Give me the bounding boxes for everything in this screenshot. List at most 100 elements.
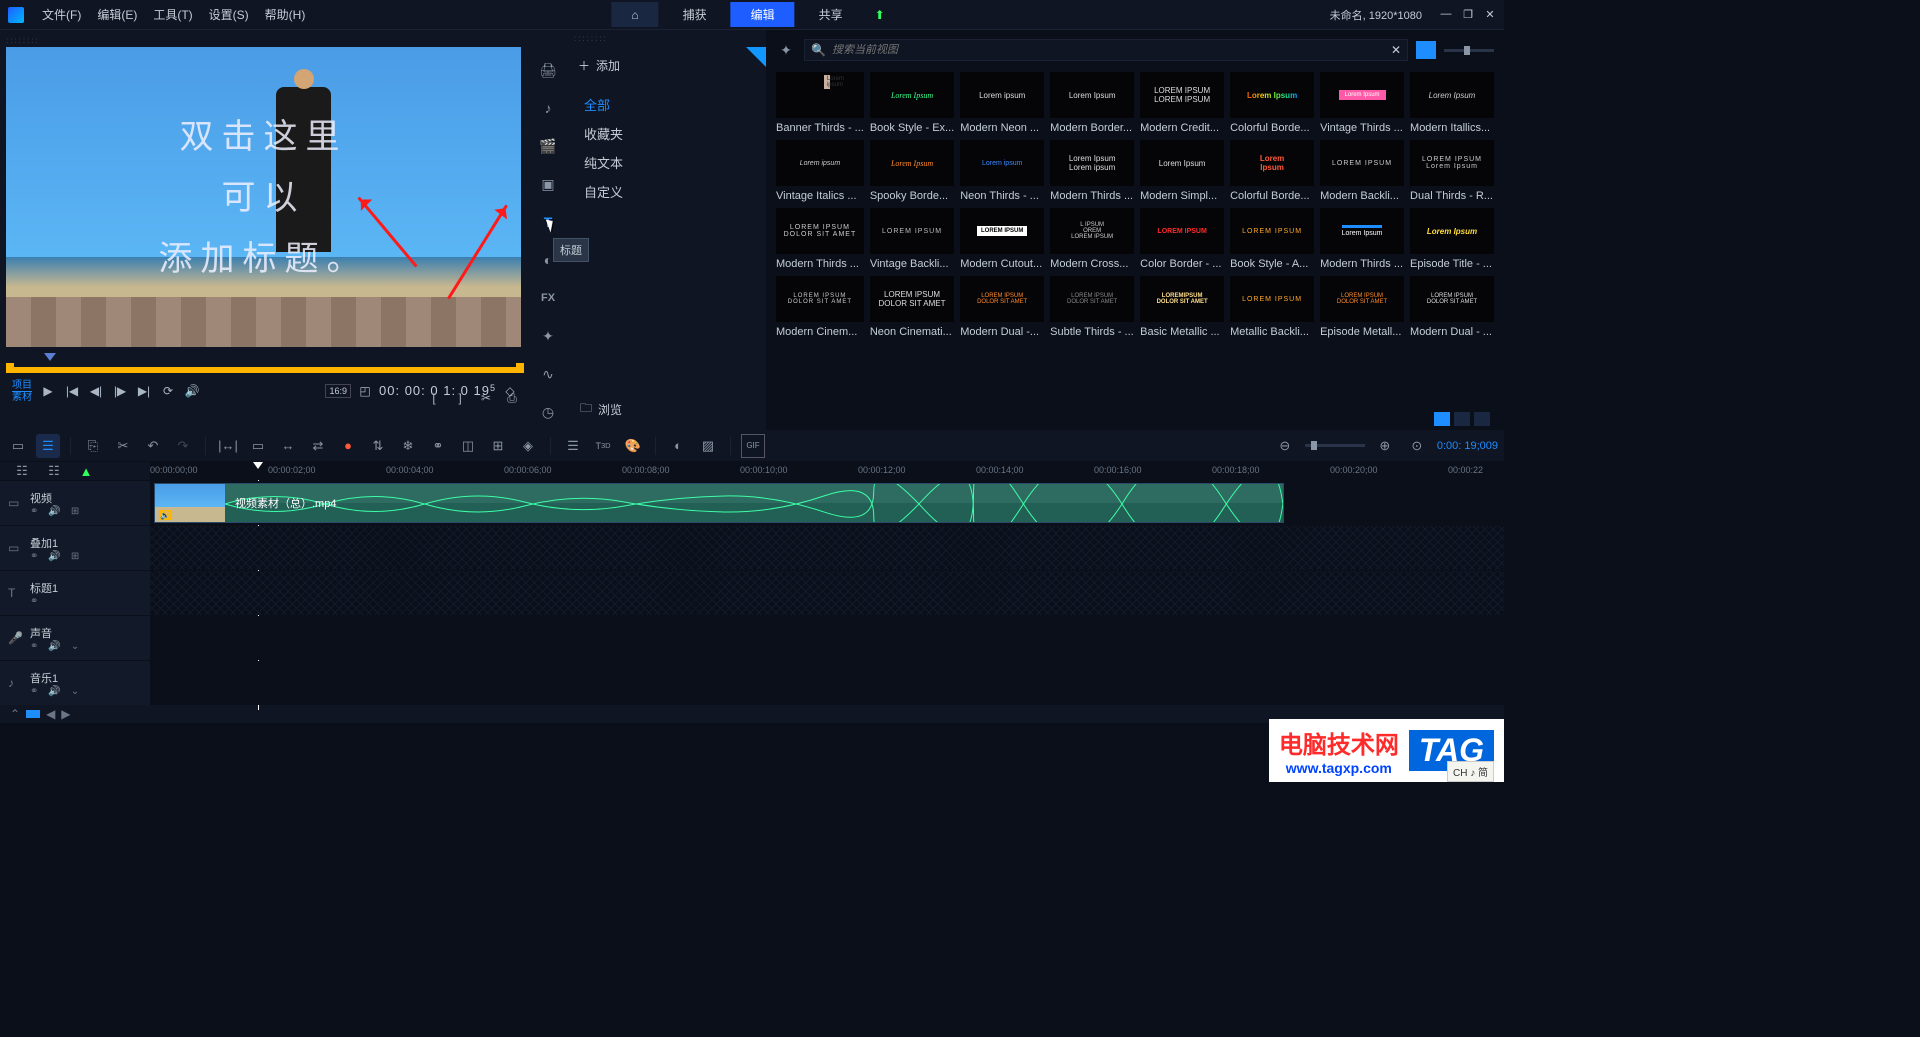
lock-toggle[interactable]: ⊞	[71, 551, 79, 562]
marker-button[interactable]: ◈	[516, 434, 540, 458]
category-all[interactable]: 全部	[584, 90, 766, 119]
goto-end-button[interactable]: ▶|	[136, 383, 152, 399]
asset-item[interactable]: LOREM IPSUMDOLOR SIT AMETEpisode Metall.…	[1320, 276, 1404, 338]
group-button[interactable]: ◫	[456, 434, 480, 458]
overlay-icon[interactable]: ▣	[538, 174, 558, 194]
scroll-right-button[interactable]: ▶	[61, 707, 70, 721]
asset-item[interactable]: LOREM IPSUMDOLOR SIT AMETNeon Cinemati..…	[870, 276, 954, 338]
asset-item[interactable]: LOREM IPSUMColor Border - ...	[1140, 208, 1224, 270]
zoom-slider[interactable]	[1305, 444, 1365, 447]
search-box[interactable]: 🔍 ✕	[804, 39, 1408, 61]
asset-item[interactable]: LOREM IPSUMVintage Backli...	[870, 208, 954, 270]
browse-button[interactable]: 🗀 浏览	[566, 389, 636, 430]
scrubber-range[interactable]	[12, 367, 518, 373]
mask-button[interactable]: ◐	[666, 434, 690, 458]
track-voice-content[interactable]	[150, 616, 1504, 660]
category-custom[interactable]: 自定义	[584, 177, 766, 206]
insert-button[interactable]: ⎘	[81, 434, 105, 458]
crop-button[interactable]: ◰	[357, 383, 373, 399]
view-mode-detail[interactable]	[1474, 412, 1490, 426]
preview-tabs[interactable]: 项目 素材	[12, 380, 32, 403]
drag-handle[interactable]: ::::::::	[6, 36, 524, 45]
asset-item[interactable]: LOREM IPSUMModern Cutout...	[960, 208, 1044, 270]
asset-item[interactable]: LOREM IPSUMLOREM IPSUMModern Credit...	[1140, 72, 1224, 134]
scrubber-out[interactable]	[516, 363, 524, 373]
sort-icon[interactable]: ✦	[776, 40, 796, 60]
lock-toggle[interactable]: ⊞	[71, 506, 79, 517]
search-input[interactable]	[832, 44, 1385, 56]
asset-item[interactable]: Lorem IpsumSpooky Borde...	[870, 140, 954, 202]
video-icon[interactable]: 🎬	[538, 136, 558, 156]
goto-start-button[interactable]: |◀	[64, 383, 80, 399]
undo-button[interactable]: ↶	[141, 434, 165, 458]
asset-item[interactable]: Lorem IpsumModern Thirds ...	[1320, 208, 1404, 270]
asset-item[interactable]: LOREM IPSUMDOLOR SIT AMETModern Dual -..…	[960, 276, 1044, 338]
track-title1-content[interactable]	[150, 571, 1504, 615]
link-toggle[interactable]: ⚭	[30, 551, 38, 562]
clip-mute-icon[interactable]: 🔊	[159, 510, 171, 520]
asset-item[interactable]: LoremIpsumColorful Borde...	[1230, 140, 1314, 202]
aspect-ratio[interactable]: 16:9	[325, 384, 351, 398]
asset-item[interactable]: Lorem ipsumNeon Thirds - ...	[960, 140, 1044, 202]
mode-edit[interactable]: 编辑	[731, 2, 795, 27]
trim-button[interactable]: |↔|	[216, 434, 240, 458]
path-icon[interactable]: ∿	[538, 364, 558, 384]
mute-toggle[interactable]: 🔊	[48, 641, 60, 652]
chroma-button[interactable]: ▨	[696, 434, 720, 458]
preview-tab-media[interactable]: 素材	[12, 392, 32, 403]
track-overlay1-content[interactable]	[150, 526, 1504, 570]
asset-item[interactable]: LOREM IPSUMLorem IpsumDual Thirds - R...	[1410, 140, 1494, 202]
menu-tools[interactable]: 工具(T)	[145, 6, 200, 23]
minimize-button[interactable]: —	[1440, 8, 1452, 21]
play-button[interactable]: ▶	[40, 383, 56, 399]
scroll-collapse-icon[interactable]: ⌃	[10, 707, 20, 721]
volume-button[interactable]: 🔊	[184, 383, 200, 399]
view-mode-grid[interactable]	[1434, 412, 1450, 426]
menu-edit[interactable]: 编辑(E)	[89, 6, 145, 23]
time-ruler[interactable]: 00:00:00;0000:00:02;0000:00:04;0000:00:0…	[150, 462, 1504, 480]
asset-item[interactable]: Lorem ipsumVintage Italics ...	[776, 140, 864, 202]
maximize-button[interactable]: ❐	[1462, 8, 1474, 21]
color-button[interactable]: 🎨	[621, 434, 645, 458]
asset-item[interactable]: L IPSUMOREMLOREM IPSUMModern Cross...	[1050, 208, 1134, 270]
asset-item[interactable]: Lorem ipsumBanner Thirds - ...	[776, 72, 864, 134]
link-toggle[interactable]: ⚭	[30, 596, 38, 607]
menu-settings[interactable]: 设置(S)	[201, 6, 257, 23]
view-mode-list[interactable]	[1454, 412, 1470, 426]
scroll-left-button[interactable]: ◀	[46, 707, 55, 721]
pin-corner-icon[interactable]	[746, 47, 766, 67]
video-clip[interactable]: 视频素材（总）.mp4 🔊	[154, 483, 1284, 523]
storyboard-view-button[interactable]: ▭	[6, 434, 30, 458]
track-voice-header[interactable]: 🎤 声音 ⚭🔊⌄	[0, 616, 150, 660]
audio-icon[interactable]: ♪	[538, 98, 558, 118]
link-button[interactable]: ⚭	[426, 434, 450, 458]
scrubber-playhead[interactable]	[44, 353, 56, 367]
gif-button[interactable]: GIF	[741, 434, 765, 458]
scroll-thumb[interactable]	[26, 710, 40, 718]
snapshot-button[interactable]: ⎙	[504, 390, 520, 406]
asset-item[interactable]: LOREM IPSUMModern Backli...	[1320, 140, 1404, 202]
pan-zoom-button[interactable]: ↔	[276, 434, 300, 458]
asset-item[interactable]: Lorem IpsumLorem ipsumModern Thirds ...	[1050, 140, 1134, 202]
delete-button[interactable]: ✂	[111, 434, 135, 458]
panel-drag-handle[interactable]: ::::::::	[566, 30, 766, 47]
scrubber[interactable]	[6, 353, 524, 373]
split-button[interactable]: ✂	[478, 390, 494, 406]
step-fwd-button[interactable]: |▶	[112, 383, 128, 399]
menu-file[interactable]: 文件(F)	[34, 6, 89, 23]
zoom-out-button[interactable]: ⊖	[1273, 434, 1297, 458]
mode-share[interactable]: 共享	[799, 2, 863, 27]
track-overlay1-header[interactable]: ▭ 叠加1 ⚭🔊⊞	[0, 526, 150, 570]
preview-viewport[interactable]: 双击这里 可以 添加标题。	[6, 47, 521, 347]
reverse-button[interactable]: ⇅	[366, 434, 390, 458]
add-row[interactable]: ＋ 添加	[566, 47, 766, 84]
clear-search-button[interactable]: ✕	[1391, 43, 1401, 57]
grid-view-button[interactable]	[1416, 41, 1436, 59]
subtitle-button[interactable]: ☰	[561, 434, 585, 458]
link-toggle[interactable]: ⚭	[30, 641, 38, 652]
close-button[interactable]: ✕	[1484, 8, 1496, 21]
mode-home[interactable]: ⌂	[611, 2, 658, 27]
crop-tool-button[interactable]: ▭	[246, 434, 270, 458]
fx-icon[interactable]: FX	[538, 288, 558, 308]
mode-capture[interactable]: 捕获	[663, 2, 727, 27]
